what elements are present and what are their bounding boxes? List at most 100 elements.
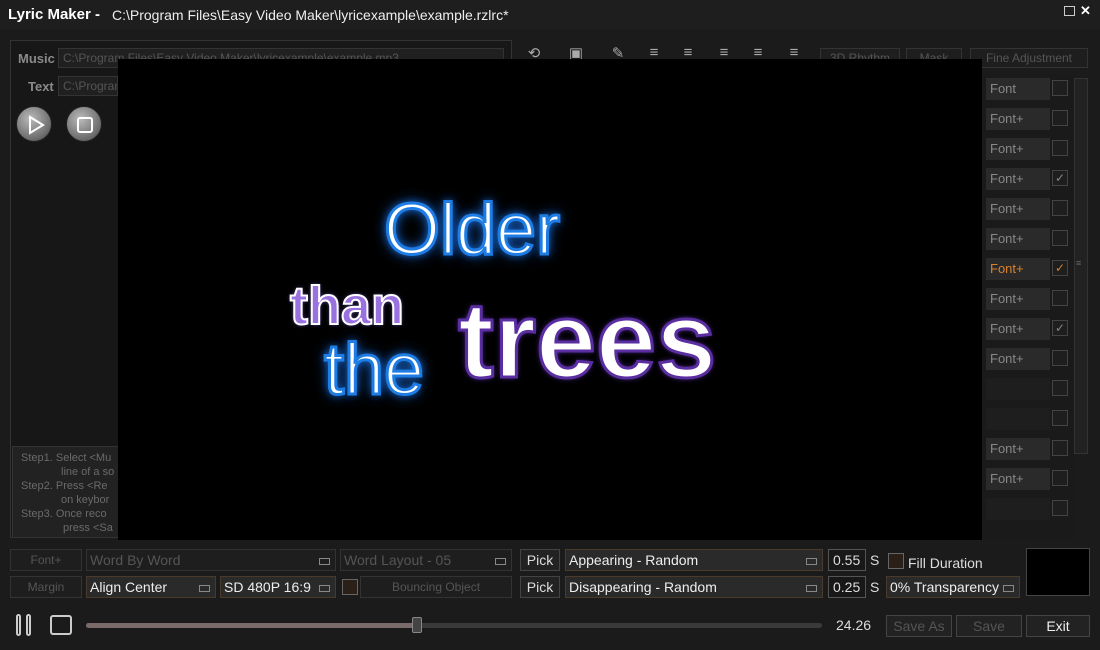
lyric-word: Older [382, 189, 561, 272]
save-as-button[interactable]: Save As [886, 615, 952, 637]
font-row-checkbox[interactable] [1052, 380, 1068, 396]
stop-button[interactable] [50, 615, 72, 635]
font-row-label[interactable]: Font+ [986, 438, 1050, 460]
transparency-select[interactable]: 0% Transparency [886, 576, 1020, 598]
font-row-label[interactable]: Font+ [986, 168, 1050, 190]
resolution-select[interactable]: SD 480P 16:9 [220, 576, 336, 598]
font-list-row[interactable]: Font+ [982, 344, 1074, 374]
dropdown-icon [495, 558, 506, 565]
font-list-row[interactable] [982, 404, 1074, 434]
font-row-checkbox[interactable] [1052, 350, 1068, 366]
font-list-row[interactable]: Font+ [982, 134, 1074, 164]
disappear-duration-input[interactable]: 0.25 [828, 576, 866, 598]
save-button[interactable]: Save [956, 615, 1022, 637]
font-row-checkbox[interactable]: ✓ [1052, 260, 1068, 276]
align-value: Align Center [90, 579, 168, 595]
list-icon[interactable]: ≡ [784, 44, 804, 61]
time-readout: 24.26 [836, 617, 872, 633]
font-row-checkbox[interactable] [1052, 500, 1068, 516]
font-row-checkbox[interactable] [1052, 440, 1068, 456]
font-row-checkbox[interactable] [1052, 140, 1068, 156]
pause-button[interactable] [16, 614, 36, 636]
bouncing-object-checkbox[interactable] [342, 579, 358, 595]
font-row-checkbox[interactable] [1052, 200, 1068, 216]
font-row-checkbox[interactable] [1052, 470, 1068, 486]
dropdown-icon [806, 585, 817, 592]
animation-mode-select[interactable]: Word By Word [86, 549, 336, 571]
edit-icon[interactable]: ✎ [608, 44, 628, 62]
font-list-row[interactable]: Font+ ✓ [982, 164, 1074, 194]
stop-record-button[interactable] [66, 106, 102, 142]
font-row-label[interactable]: Font+ [986, 288, 1050, 310]
align-center-icon[interactable]: ≡ [678, 44, 698, 61]
exit-button[interactable]: Exit [1026, 615, 1090, 637]
font-list-row[interactable]: Font+ ✓ [982, 314, 1074, 344]
font-row-label[interactable] [986, 498, 1050, 520]
playback-scrubber-handle[interactable] [412, 617, 423, 633]
align-select[interactable]: Align Center [86, 576, 216, 598]
font-list-row[interactable]: Font+ ✓ [982, 254, 1074, 284]
font-list-row[interactable]: Font+ [982, 194, 1074, 224]
font-list-row[interactable]: Font+ [982, 464, 1074, 494]
lyric-word: trees [456, 278, 717, 402]
dropdown-icon [319, 558, 330, 565]
background-color-swatch[interactable] [1026, 548, 1090, 596]
seconds-unit: S [870, 579, 880, 595]
word-layout-value: Word Layout - 05 [344, 552, 452, 568]
font-row-checkbox[interactable] [1052, 410, 1068, 426]
scrollbar-grip-icon[interactable]: ≡ [1076, 258, 1081, 268]
font-row-label[interactable]: Font+ [986, 198, 1050, 220]
font-list-row[interactable] [982, 374, 1074, 404]
pick-appearing-button[interactable]: Pick [520, 549, 560, 571]
fill-duration-checkbox[interactable] [888, 553, 904, 569]
font-row-checkbox[interactable] [1052, 230, 1068, 246]
appearing-effect-select[interactable]: Appearing - Random [565, 549, 823, 571]
font-list-row[interactable]: Font+ [982, 434, 1074, 464]
font-row-checkbox[interactable] [1052, 110, 1068, 126]
font-row-label[interactable]: Font+ [986, 228, 1050, 250]
play-button[interactable] [16, 106, 52, 142]
font-list-row[interactable]: Font+ [982, 284, 1074, 314]
font-list-row[interactable]: Font+ [982, 224, 1074, 254]
font-plus-button[interactable]: Font+ [10, 549, 82, 571]
font-row-label[interactable]: Font+ [986, 468, 1050, 490]
copy-icon[interactable]: ▣ [566, 44, 586, 62]
word-layout-select[interactable]: Word Layout - 05 [340, 549, 512, 571]
font-row-label[interactable]: Font+ [986, 258, 1050, 280]
app-title: Lyric Maker - [8, 6, 100, 23]
font-row-label[interactable]: Font [986, 78, 1050, 100]
align-left-icon[interactable]: ≡ [644, 44, 664, 61]
font-row-label[interactable] [986, 408, 1050, 430]
font-row-label[interactable]: Font+ [986, 108, 1050, 130]
fine-adjustment-button[interactable]: Fine Adjustment [970, 48, 1088, 68]
undo-icon[interactable]: ⟲ [524, 44, 544, 62]
font-row-checkbox[interactable]: ✓ [1052, 170, 1068, 186]
disappearing-effect-value: Disappearing - Random [569, 579, 717, 595]
pick-disappearing-button[interactable]: Pick [520, 576, 560, 598]
margin-button[interactable]: Margin [10, 576, 82, 598]
instructions-box: Step1. Select <Mu line of a so Step2. Pr… [12, 446, 120, 538]
appearing-effect-value: Appearing - Random [569, 552, 699, 568]
font-list-row[interactable] [982, 494, 1074, 524]
font-row-label[interactable]: Font+ [986, 318, 1050, 340]
step-line: Step3. Once reco [21, 508, 107, 520]
bouncing-object-button[interactable]: Bouncing Object [360, 576, 512, 598]
font-row-label[interactable]: Font+ [986, 138, 1050, 160]
font-row-checkbox[interactable] [1052, 80, 1068, 96]
appear-duration-input[interactable]: 0.55 [828, 549, 866, 571]
close-window-button[interactable]: ✕ [1080, 4, 1091, 17]
font-row-label[interactable] [986, 378, 1050, 400]
step-line: on keybor [61, 494, 110, 506]
disappearing-effect-select[interactable]: Disappearing - Random [565, 576, 823, 598]
font-list-row[interactable]: Font [982, 74, 1074, 104]
font-row-checkbox[interactable] [1052, 290, 1068, 306]
restore-window-button[interactable] [1064, 6, 1075, 16]
font-list-row[interactable]: Font+ [982, 104, 1074, 134]
justify-icon[interactable]: ≡ [748, 44, 768, 61]
font-row-checkbox[interactable]: ✓ [1052, 320, 1068, 336]
font-row-label[interactable]: Font+ [986, 348, 1050, 370]
align-right-icon[interactable]: ≡ [714, 44, 734, 61]
text-path-field[interactable]: C:\Program [58, 76, 118, 96]
dropdown-icon [1003, 585, 1014, 592]
font-list: Font Font+ Font+ Font+ ✓ Font+ Font+ Font+ ✓ Font… [982, 74, 1074, 538]
